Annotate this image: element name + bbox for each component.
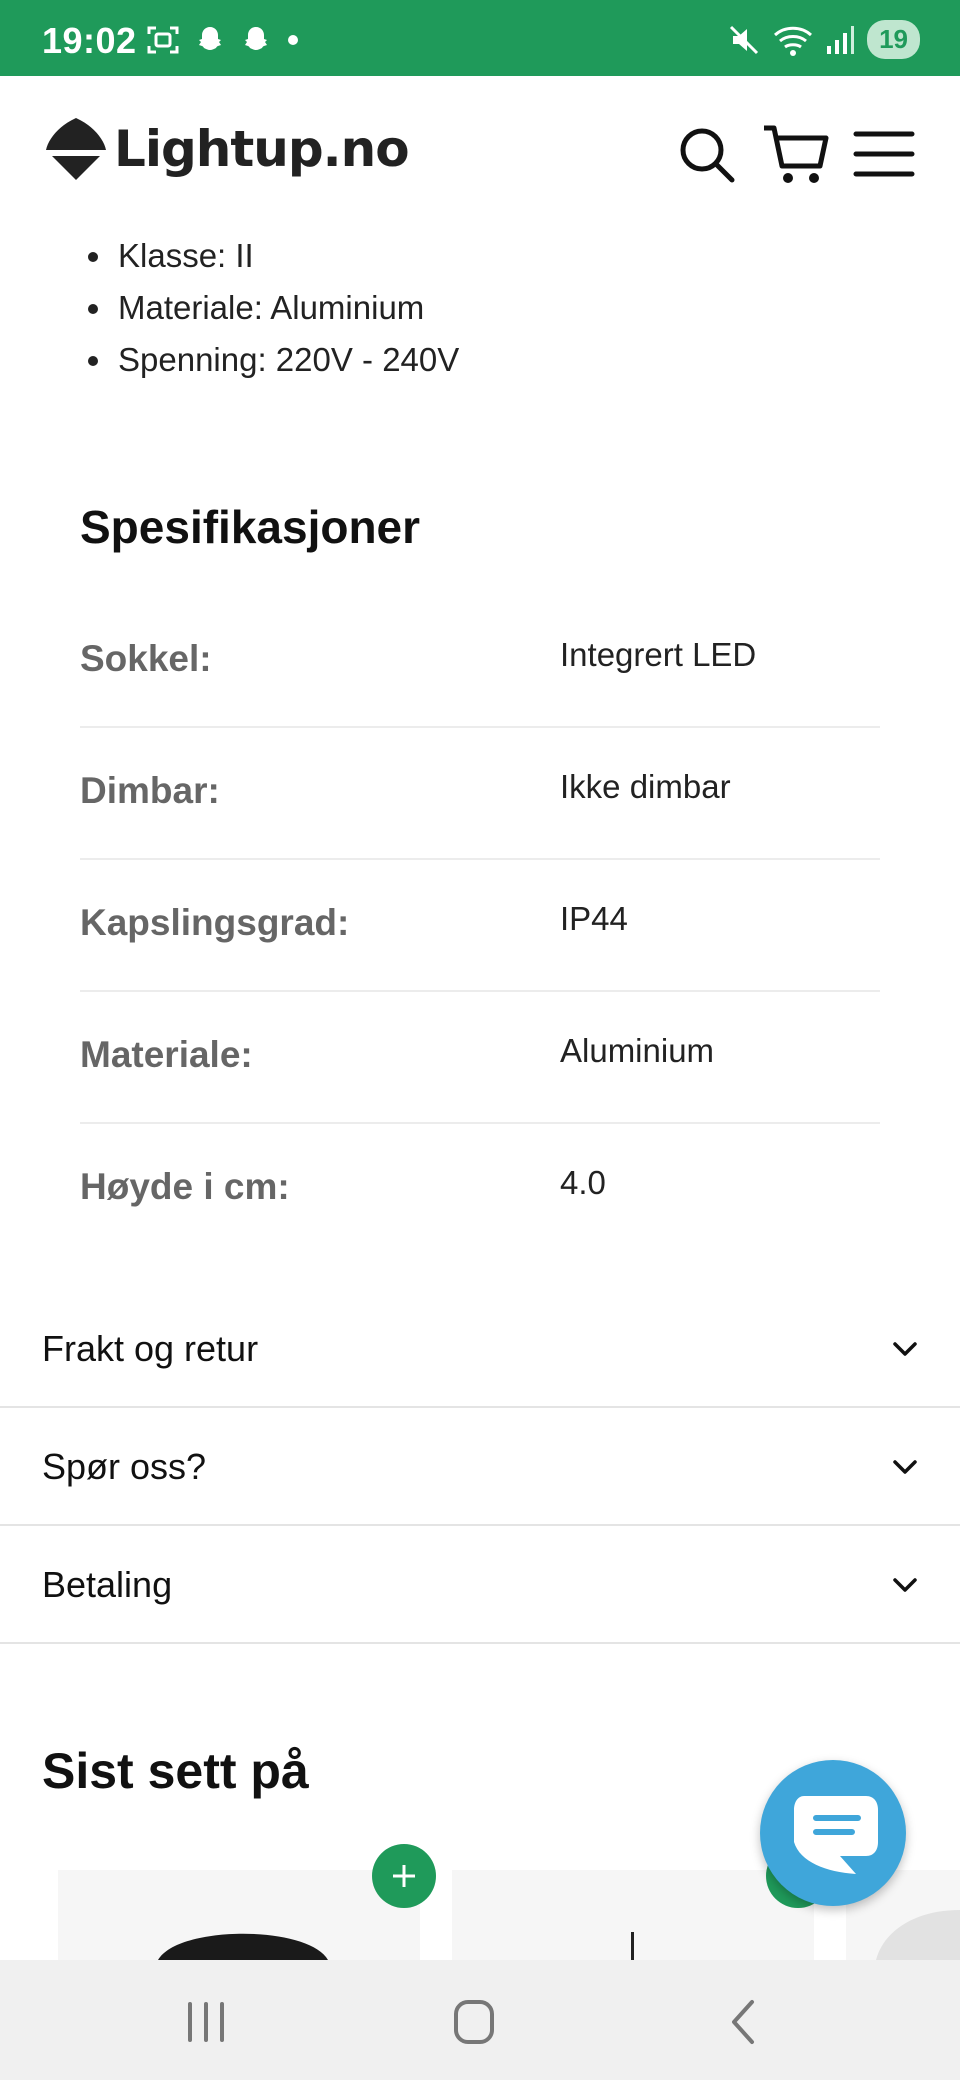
spec-value: IP44 (560, 900, 628, 937)
status-right-icons: 19 (727, 20, 920, 59)
chevron-down-icon (893, 1578, 917, 1592)
snapchat-icon (199, 27, 221, 50)
list-item: Klasse: II (88, 230, 459, 282)
plus-icon (393, 1865, 415, 1887)
accordion-label: Betaling (42, 1564, 173, 1605)
spec-value: Integrert LED (560, 636, 757, 673)
spec-row: Materiale: Aluminium (80, 992, 880, 1124)
spec-value: 4.0 (560, 1164, 606, 1201)
home-icon[interactable] (444, 1998, 504, 2046)
status-left-icons (146, 24, 300, 56)
snapchat-icon (245, 27, 267, 50)
accordion-label: Frakt og retur (42, 1328, 259, 1369)
list-item: Materiale: Aluminium (88, 282, 459, 334)
search-icon[interactable] (672, 120, 740, 188)
mute-icon (730, 25, 759, 54)
chat-icon (794, 1796, 878, 1874)
recently-viewed-heading: Sist sett på (42, 1743, 309, 1799)
info-accordion: Frakt og retur Spør oss? Betaling (0, 1290, 960, 1644)
lamp-logo-icon (46, 118, 106, 180)
wifi-icon (774, 26, 813, 56)
logo[interactable]: Lightup.no (44, 116, 410, 182)
spec-row: Kapslingsgrad: IP44 (80, 860, 880, 992)
list-item: Spenning: 220V - 240V (88, 334, 459, 386)
specifications-table: Sokkel: Integrert LED Dimbar: Ikke dimba… (80, 596, 880, 1256)
chevron-down-icon (893, 1460, 917, 1474)
spec-value: Aluminium (560, 1032, 715, 1069)
spec-label: Dimbar: (80, 770, 220, 811)
spec-row: Sokkel: Integrert LED (80, 596, 880, 728)
spec-label: Høyde i cm: (80, 1166, 290, 1207)
accordion-item-frakt[interactable]: Frakt og retur (0, 1290, 960, 1408)
recent-apps-icon[interactable] (176, 1998, 236, 2046)
system-nav-bar (0, 1960, 960, 2080)
add-to-cart-button[interactable] (372, 1844, 436, 1908)
battery-indicator: 19 (867, 20, 920, 59)
product-image (876, 1910, 960, 1960)
product-feature-list: Klasse: II Materiale: Aluminium Spenning… (88, 230, 459, 386)
specifications-heading: Spesifikasjoner (80, 501, 421, 553)
accordion-label: Spør oss? (42, 1446, 207, 1487)
chat-button[interactable] (760, 1760, 906, 1906)
product-image (631, 1932, 634, 1962)
signal-icon (827, 25, 855, 54)
screenshot-icon (147, 26, 179, 54)
dot-icon (288, 35, 298, 45)
spec-label: Materiale: (80, 1034, 253, 1075)
logo-text: Lightup.no (114, 120, 410, 178)
spec-label: Sokkel: (80, 638, 212, 679)
spec-value: Ikke dimbar (560, 768, 731, 805)
cart-icon[interactable] (762, 120, 830, 188)
product-image (158, 1933, 328, 1960)
spec-row: Dimbar: Ikke dimbar (80, 728, 880, 860)
chevron-down-icon (893, 1342, 917, 1356)
menu-icon[interactable] (850, 120, 918, 188)
status-bar: 19:02 19 (0, 0, 960, 76)
accordion-item-spor[interactable]: Spør oss? (0, 1408, 960, 1526)
accordion-item-betaling[interactable]: Betaling (0, 1526, 960, 1644)
site-header: Lightup.no (0, 76, 960, 226)
spec-row: Høyde i cm: 4.0 (80, 1124, 880, 1256)
status-time: 19:02 (42, 20, 137, 61)
back-icon[interactable] (714, 1998, 774, 2046)
spec-label: Kapslingsgrad: (80, 902, 350, 943)
